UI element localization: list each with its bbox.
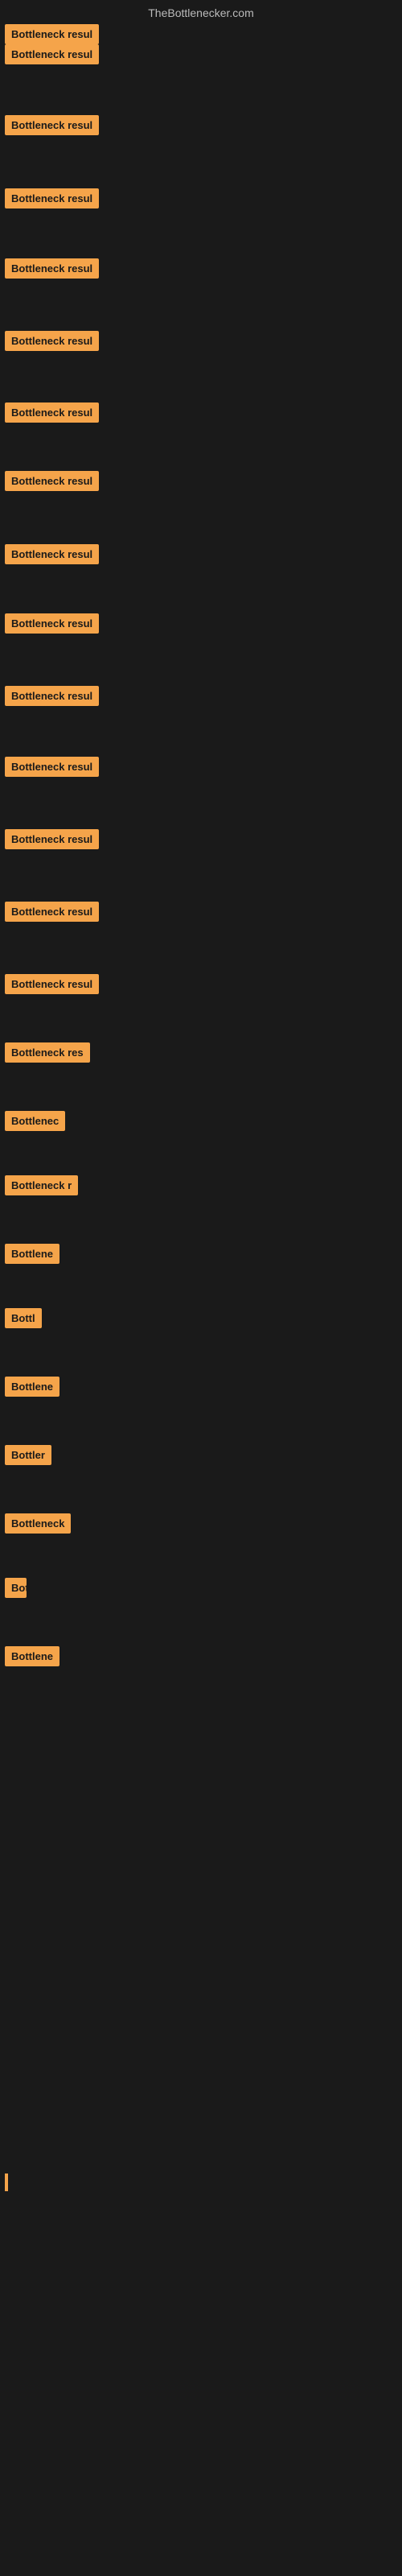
bottleneck-badge: Bottleneck resul xyxy=(5,471,99,491)
bottleneck-badge: Bottleneck resul xyxy=(5,829,99,849)
bottleneck-result-item: Bottleneck xyxy=(0,1513,71,1538)
bottleneck-badge: Bottleneck xyxy=(5,1513,71,1534)
bottleneck-badge: Bottleneck r xyxy=(5,1175,78,1195)
bottleneck-badge: Bottleneck resul xyxy=(5,613,99,634)
bottleneck-badge: Bottlene xyxy=(5,1377,59,1397)
bottleneck-result-item: Bottleneck resul xyxy=(0,115,99,139)
bottleneck-badge: Bottleneck resul xyxy=(5,902,99,922)
bottleneck-result-item: Bottlenec xyxy=(0,1111,65,1135)
bottleneck-result-item: Bottlene xyxy=(0,1377,59,1401)
bottleneck-badge: Bottleneck resul xyxy=(5,757,99,777)
bottleneck-result-item: Bottleneck resul xyxy=(0,188,99,213)
bottleneck-result-item: Bottleneck resul xyxy=(0,544,99,568)
bottleneck-result-item: Bottleneck resul xyxy=(0,757,99,781)
site-title: TheBottlenecker.com xyxy=(0,0,402,23)
bottleneck-badge: Bot xyxy=(5,1578,27,1598)
bottleneck-result-item: Bottler xyxy=(0,1445,51,1469)
bottleneck-result-item: Bottleneck resul xyxy=(0,471,99,495)
bottleneck-result-item: Bottleneck res xyxy=(0,1042,90,1067)
bottleneck-badge: Bottleneck resul xyxy=(5,544,99,564)
small-indicator xyxy=(5,2174,8,2191)
bottleneck-badge: Bottleneck resul xyxy=(5,24,99,44)
bottleneck-badge: Bottleneck resul xyxy=(5,974,99,994)
bottleneck-badge: Bottleneck resul xyxy=(5,686,99,706)
bottleneck-result-item: Bottleneck resul xyxy=(0,613,99,638)
bottleneck-badge: Bottleneck resul xyxy=(5,258,99,279)
bottleneck-badge: Bottleneck resul xyxy=(5,402,99,423)
bottleneck-badge: Bottleneck resul xyxy=(5,331,99,351)
bottleneck-badge: Bottleneck resul xyxy=(5,188,99,208)
bottleneck-result-item: Bottl xyxy=(0,1308,42,1332)
bottleneck-result-item: Bottleneck resul xyxy=(0,829,99,853)
bottleneck-result-item: Bottlene xyxy=(0,1646,59,1670)
bottleneck-badge: Bottleneck res xyxy=(5,1042,90,1063)
bottleneck-badge: Bottlene xyxy=(5,1244,59,1264)
bottleneck-badge: Bottlenec xyxy=(5,1111,65,1131)
bottleneck-result-item: Bottlene xyxy=(0,1244,59,1268)
bottleneck-result-item: Bottleneck resul xyxy=(0,44,99,68)
bottleneck-result-item: Bottleneck resul xyxy=(0,974,99,998)
bottleneck-result-item: Bottleneck resul xyxy=(0,402,99,427)
bottleneck-badge: Bottlene xyxy=(5,1646,59,1666)
bottleneck-result-item: Bottleneck resul xyxy=(0,902,99,926)
bottleneck-result-item: Bottleneck r xyxy=(0,1175,78,1199)
bottleneck-badge: Bottleneck resul xyxy=(5,115,99,135)
bottleneck-result-item: Bot xyxy=(0,1578,27,1602)
bottleneck-badge: Bottler xyxy=(5,1445,51,1465)
bottleneck-result-item: Bottleneck resul xyxy=(0,331,99,355)
bottleneck-result-item: Bottleneck resul xyxy=(0,258,99,283)
bottleneck-badge: Bottl xyxy=(5,1308,42,1328)
bottleneck-badge: Bottleneck resul xyxy=(5,44,99,64)
bottleneck-result-item: Bottleneck resul xyxy=(0,686,99,710)
